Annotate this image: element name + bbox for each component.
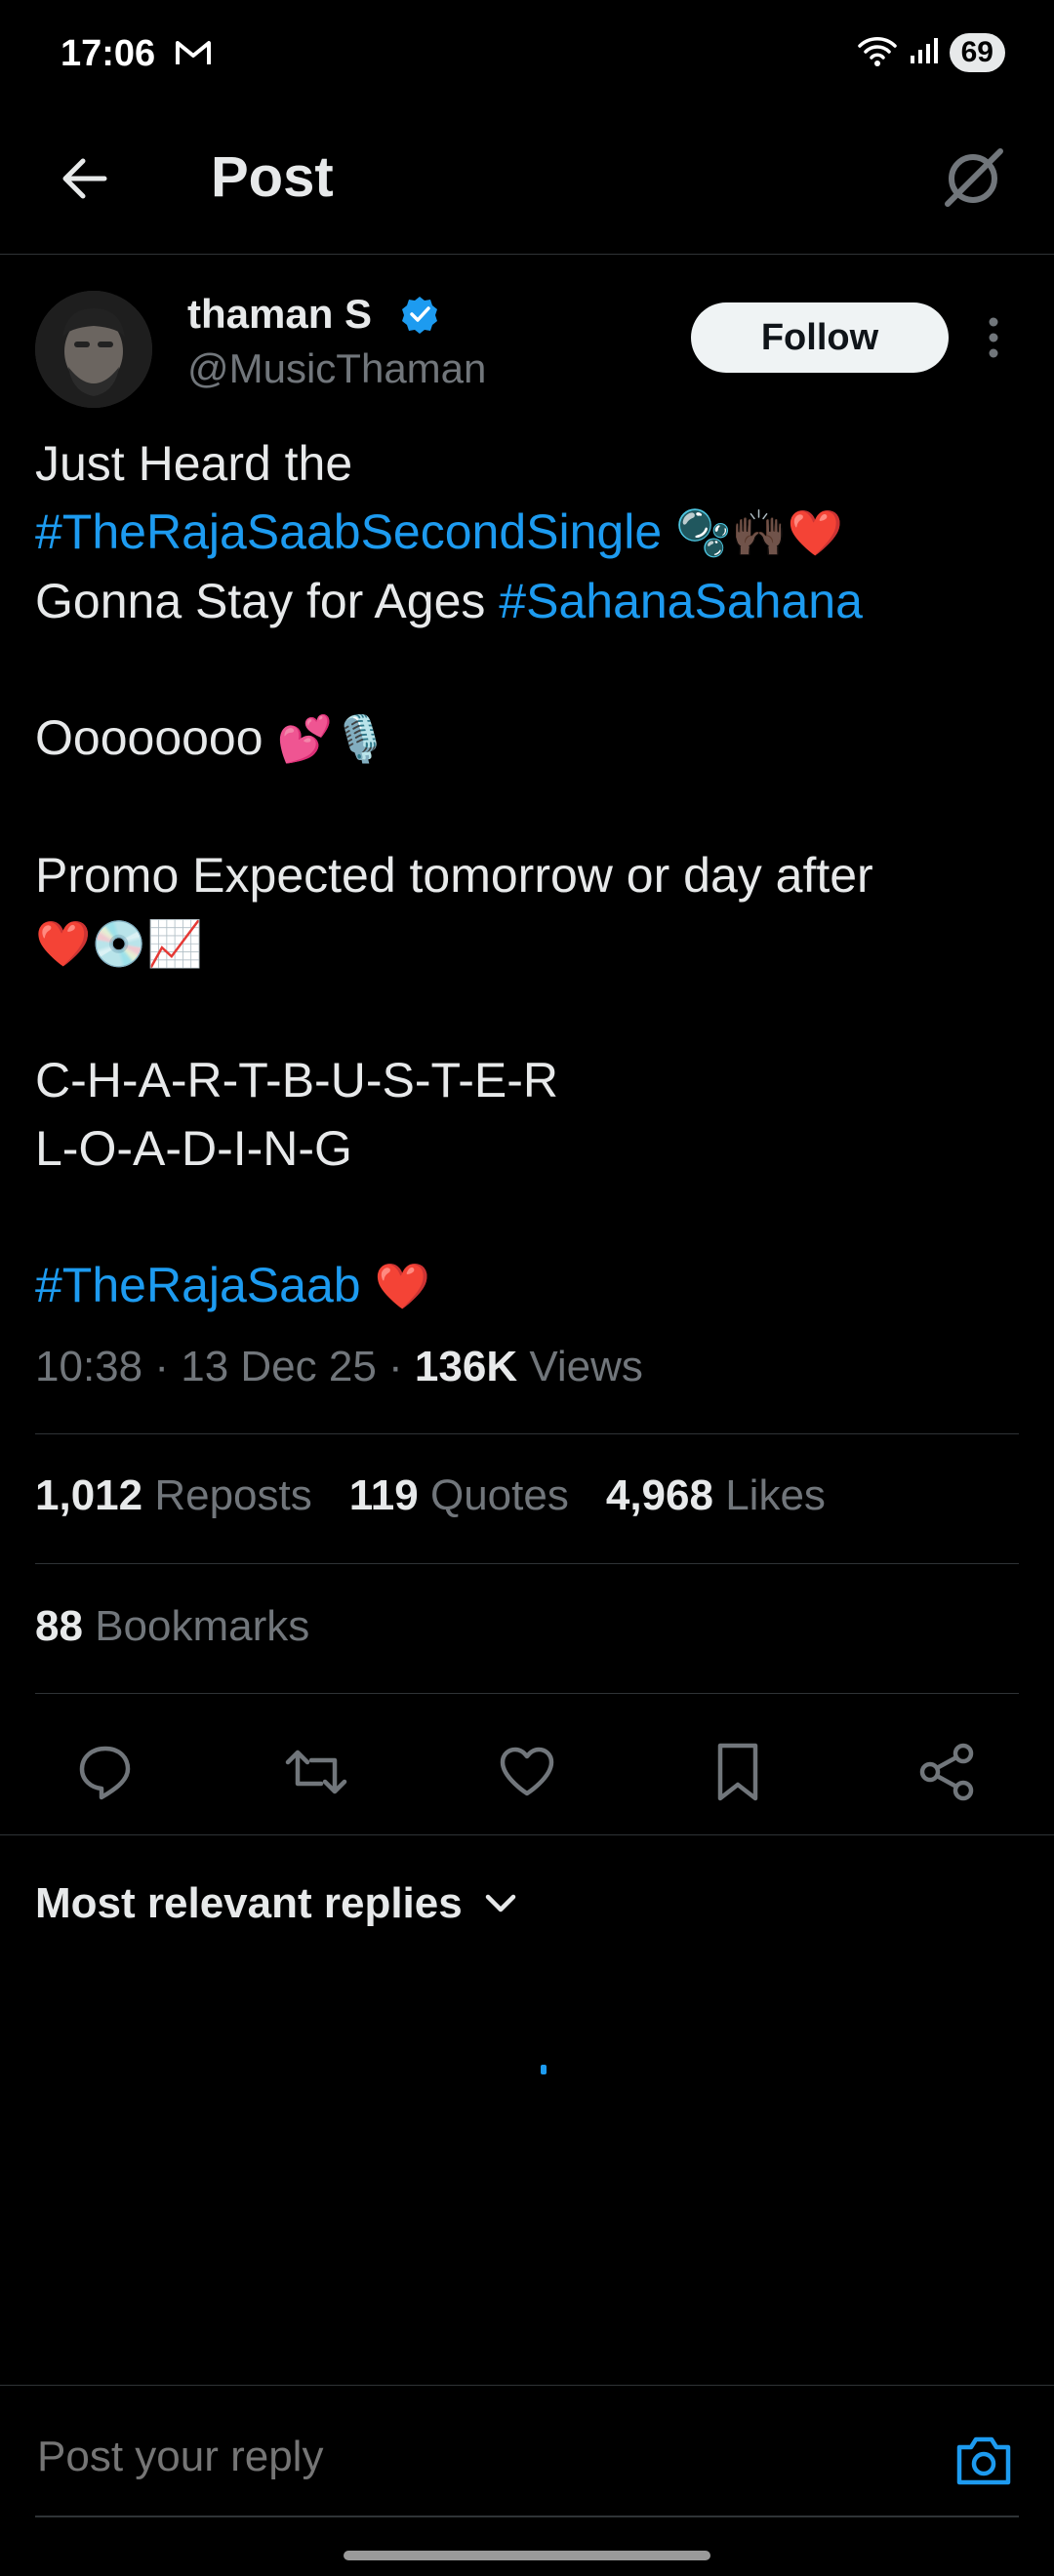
post-line: Promo Expected tomorrow or day after [35, 848, 873, 903]
reply-button[interactable] [66, 1733, 144, 1811]
replies-sort-label: Most relevant replies [35, 1879, 463, 1927]
divider [35, 1693, 1019, 1694]
hashtag-link[interactable]: #TheRajaSaab [35, 1258, 361, 1312]
hashtag-link[interactable]: #TheRajaSaabSecondSingle [35, 504, 662, 559]
bookmark-icon [717, 1743, 758, 1801]
signal-icon [909, 36, 940, 70]
divider [0, 2385, 1054, 2386]
post-line: L-O-A-D-I-N-G [35, 1121, 352, 1176]
back-button[interactable] [51, 144, 119, 213]
views-count: 136K [414, 1343, 518, 1390]
camera-icon [956, 2436, 1011, 2485]
top-app-bar [0, 107, 1054, 255]
avatar[interactable] [35, 291, 152, 408]
post-timestamp: 10:38 · 13 Dec 25 · 136K Views [35, 1343, 643, 1390]
repost-icon [285, 1750, 347, 1794]
author-name[interactable]: thaman S [187, 291, 372, 338]
reposts-stat[interactable]: 1,012 Reposts [35, 1471, 312, 1520]
replies-sort-dropdown[interactable]: Most relevant replies [35, 1879, 517, 1928]
verified-icon [400, 295, 439, 339]
share-icon [919, 1743, 974, 1801]
post-date[interactable]: 13 Dec 25 [181, 1343, 377, 1390]
reply-input[interactable] [35, 2432, 917, 2482]
post-emoji: ❤️ [374, 1261, 430, 1311]
post-line: Oooooooo [35, 710, 277, 765]
divider [35, 1433, 1019, 1434]
back-arrow-icon [62, 158, 107, 199]
status-indicators: 69 [856, 33, 1005, 72]
bookmark-button[interactable] [699, 1733, 777, 1811]
engagement-stats: 1,012 Reposts 119 Quotes 4,968 Likes [35, 1471, 826, 1520]
post-emoji: 💕🎙️ [276, 713, 388, 764]
reply-input-underline [35, 2516, 1019, 2517]
post-line: Gonna Stay for Ages [35, 574, 500, 628]
author-handle[interactable]: @MusicThaman [187, 345, 486, 392]
post-emoji: ❤️💿📈 [35, 918, 203, 969]
chevron-down-icon [485, 1894, 515, 1912]
more-vertical-icon [989, 317, 998, 358]
follow-button[interactable]: Follow [691, 302, 949, 373]
divider [0, 1834, 1054, 1835]
post-time[interactable]: 10:38 [35, 1343, 142, 1390]
like-button[interactable] [488, 1733, 566, 1811]
like-icon [500, 1747, 554, 1796]
loading-spinner [541, 2065, 547, 2074]
repost-button[interactable] [277, 1733, 355, 1811]
gmail-icon [174, 37, 213, 73]
quotes-stat[interactable]: 119 Quotes [349, 1471, 569, 1520]
grok-icon [945, 148, 1003, 207]
home-indicator[interactable] [344, 2551, 710, 2560]
camera-button[interactable] [949, 2426, 1019, 2496]
divider [35, 1563, 1019, 1564]
grok-button[interactable] [935, 139, 1013, 217]
hashtag-link[interactable]: #SahanaSahana [499, 574, 863, 628]
share-button[interactable] [908, 1733, 986, 1811]
post-line: Just Heard the [35, 436, 353, 491]
bookmarks-stat[interactable]: 88 Bookmarks [35, 1602, 309, 1651]
wifi-icon [856, 34, 899, 72]
post-emoji: 🫧🙌🏿❤️ [675, 507, 843, 558]
reply-icon [79, 1746, 131, 1800]
battery-level: 69 [949, 33, 1005, 72]
views-label: Views [529, 1343, 643, 1390]
page-title: Post [211, 145, 334, 209]
more-options-button[interactable] [974, 310, 1013, 365]
post-line: C-H-A-R-T-B-U-S-T-E-R [35, 1053, 559, 1107]
post-text: Just Heard the #TheRajaSaabSecondSingle … [35, 429, 1021, 1320]
status-time: 17:06 [61, 33, 156, 74]
likes-stat[interactable]: 4,968 Likes [606, 1471, 826, 1520]
